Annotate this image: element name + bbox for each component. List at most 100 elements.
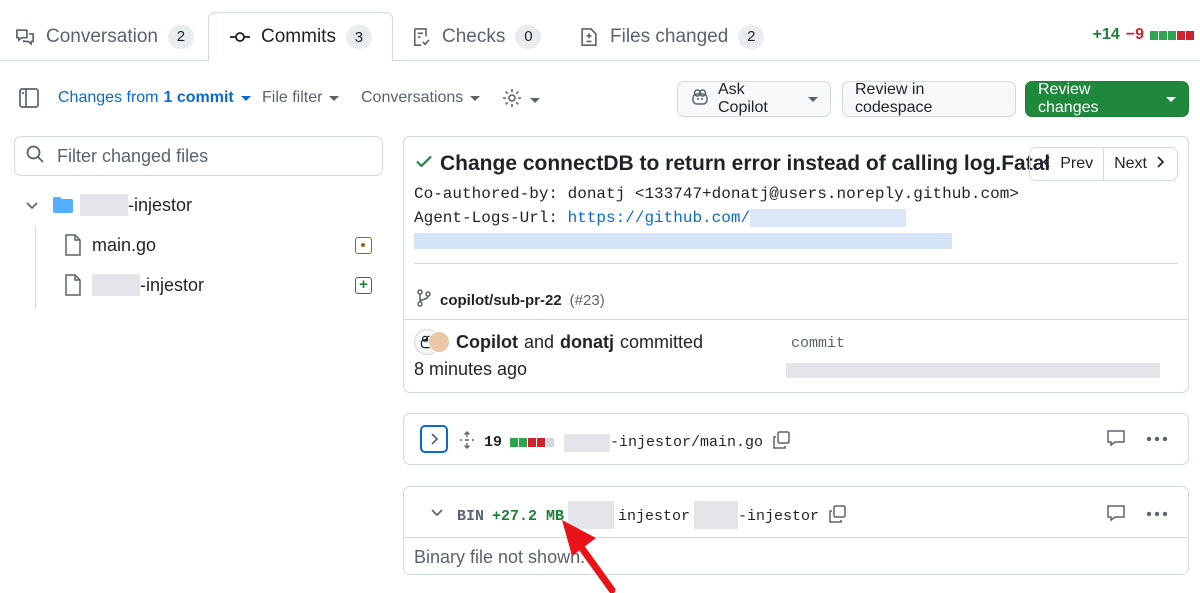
chevron-right-icon bbox=[1153, 155, 1167, 174]
divider bbox=[414, 263, 1178, 264]
file-path: -injestor/main.go bbox=[610, 434, 764, 451]
file-header: BIN +27.2 MB injestor -injestor bbox=[457, 501, 847, 529]
file-filter-dropdown[interactable]: File filter bbox=[262, 89, 340, 107]
filter-files-input[interactable]: Filter changed files bbox=[14, 136, 383, 176]
coauthor-line: Co-authored-by: donatj <133747+donatj@us… bbox=[414, 185, 1019, 203]
git-commit-icon bbox=[229, 26, 251, 48]
filter-placeholder: Filter changed files bbox=[57, 145, 209, 166]
changes-prefix: Changes from bbox=[58, 89, 159, 106]
chevron-down-icon[interactable] bbox=[428, 503, 446, 521]
pr-tab-bar: Conversation 2 Commits 3 Checks 0 Files … bbox=[0, 0, 1200, 62]
copilot-icon bbox=[690, 87, 710, 112]
next-commit-button[interactable]: Next bbox=[1103, 148, 1177, 180]
file-icon bbox=[64, 234, 82, 256]
bin-label: BIN bbox=[457, 507, 485, 525]
commit-pagination: Prev Next bbox=[1029, 147, 1178, 181]
comment-discussion-icon bbox=[14, 26, 36, 48]
folder-name: -injestor bbox=[128, 194, 193, 215]
additions-count: +14 bbox=[1092, 26, 1120, 43]
author-copilot[interactable]: Copilot bbox=[456, 332, 518, 353]
branch-name[interactable]: copilot/sub-pr-22 bbox=[440, 292, 562, 309]
conversations-dropdown[interactable]: Conversations bbox=[361, 89, 481, 107]
unfold-icon bbox=[458, 431, 476, 454]
chevron-down-icon bbox=[530, 98, 540, 103]
commit-title-row: Change connectDB to return error instead… bbox=[414, 151, 1050, 177]
tab-checks[interactable]: Checks 0 bbox=[410, 12, 542, 61]
gear-icon bbox=[501, 87, 523, 114]
chevron-down-icon bbox=[1166, 96, 1176, 102]
chevron-down-icon bbox=[329, 95, 340, 101]
expand-file-button[interactable] bbox=[420, 425, 448, 453]
diffstat-bar bbox=[1150, 30, 1194, 40]
annotation-arrow-icon bbox=[562, 520, 616, 593]
comment-icon[interactable] bbox=[1106, 428, 1126, 448]
file-path-mid: injestor bbox=[618, 507, 691, 525]
deletions-count: −9 bbox=[1125, 26, 1144, 43]
checklist-icon bbox=[410, 26, 432, 48]
commit-time: 8 minutes ago bbox=[414, 359, 528, 379]
divider bbox=[404, 537, 1188, 538]
check-icon bbox=[414, 151, 434, 177]
settings-dropdown[interactable] bbox=[501, 87, 540, 114]
next-label: Next bbox=[1114, 155, 1147, 172]
file-added-icon: + bbox=[355, 277, 372, 294]
file-name: main.go bbox=[92, 234, 157, 255]
changes-from-dropdown[interactable]: Changes from 1 commit bbox=[58, 89, 251, 107]
commit-title: Change connectDB to return error instead… bbox=[440, 152, 1051, 175]
tree-folder[interactable]: -injestor bbox=[24, 194, 192, 216]
chevron-down-icon bbox=[24, 197, 44, 213]
review-in-codespace-button[interactable]: Review in codespace bbox=[842, 81, 1016, 117]
chevron-left-icon bbox=[1040, 155, 1054, 174]
review-changes-label: Review changes bbox=[1038, 81, 1099, 116]
commit-label: commit bbox=[791, 335, 846, 352]
commit-card: Change connectDB to return error instead… bbox=[403, 136, 1189, 393]
copy-icon[interactable] bbox=[771, 430, 791, 455]
branch-row: copilot/sub-pr-22 (#23) bbox=[416, 289, 605, 311]
file-size-delta: +27.2 MB bbox=[492, 507, 565, 525]
search-icon bbox=[25, 144, 45, 169]
git-branch-icon bbox=[416, 289, 432, 311]
authors-row: Copilot and donatj committed bbox=[414, 329, 703, 355]
review-changes-button[interactable]: Review changes bbox=[1025, 81, 1189, 117]
avatar bbox=[414, 329, 450, 355]
copy-icon[interactable] bbox=[827, 504, 847, 529]
files-toolbar: Changes from 1 commit File filter Conver… bbox=[0, 80, 1200, 118]
redacted-text bbox=[92, 274, 140, 296]
agent-logs-line: Agent-Logs-Url: https://github.com/ bbox=[414, 209, 907, 227]
tree-file-main-go[interactable]: main.go bbox=[64, 234, 156, 256]
prev-label: Prev bbox=[1060, 155, 1094, 172]
pr-diffstat: +14 −9 bbox=[1093, 26, 1194, 44]
agent-logs-link[interactable]: https://github.com/ bbox=[568, 209, 750, 227]
conversations-label: Conversations bbox=[361, 89, 464, 106]
file-modified-icon bbox=[355, 237, 372, 254]
author-donatj[interactable]: donatj bbox=[560, 332, 614, 353]
tab-count: 0 bbox=[515, 24, 542, 49]
redacted-sha bbox=[786, 363, 1160, 378]
file-header: 19 -injestor/main.go bbox=[458, 430, 791, 455]
tree-file-injestor[interactable]: -injestor bbox=[64, 274, 204, 296]
agent-logs-label: Agent-Logs-Url: bbox=[414, 209, 568, 227]
ask-copilot-button[interactable]: Ask Copilot bbox=[677, 81, 831, 117]
tab-conversation[interactable]: Conversation 2 bbox=[14, 12, 194, 61]
prev-commit-button[interactable]: Prev bbox=[1030, 148, 1103, 180]
chevron-down-icon bbox=[808, 96, 818, 102]
tab-label: Conversation bbox=[46, 25, 158, 47]
kebab-horizontal-icon[interactable] bbox=[1146, 436, 1168, 442]
diffstat-bar bbox=[510, 438, 555, 447]
tab-files-changed[interactable]: Files changed 2 bbox=[578, 12, 765, 61]
tab-commits[interactable]: Commits 3 bbox=[208, 12, 393, 62]
tab-count: 2 bbox=[738, 24, 765, 49]
sidebar-toggle-icon[interactable] bbox=[16, 85, 42, 111]
file-path: -injestor bbox=[738, 507, 820, 525]
tab-label: Commits bbox=[261, 26, 336, 47]
chevron-right-icon bbox=[431, 433, 439, 445]
review-codespace-label: Review in codespace bbox=[855, 81, 933, 116]
divider bbox=[404, 319, 1188, 320]
pr-ref[interactable]: (#23) bbox=[570, 292, 605, 309]
kebab-horizontal-icon[interactable] bbox=[1146, 511, 1168, 517]
changed-lines-count: 19 bbox=[484, 434, 503, 451]
comment-icon[interactable] bbox=[1106, 503, 1126, 523]
file-icon bbox=[64, 274, 82, 296]
redacted-text bbox=[694, 501, 739, 529]
redacted-link bbox=[750, 209, 907, 227]
